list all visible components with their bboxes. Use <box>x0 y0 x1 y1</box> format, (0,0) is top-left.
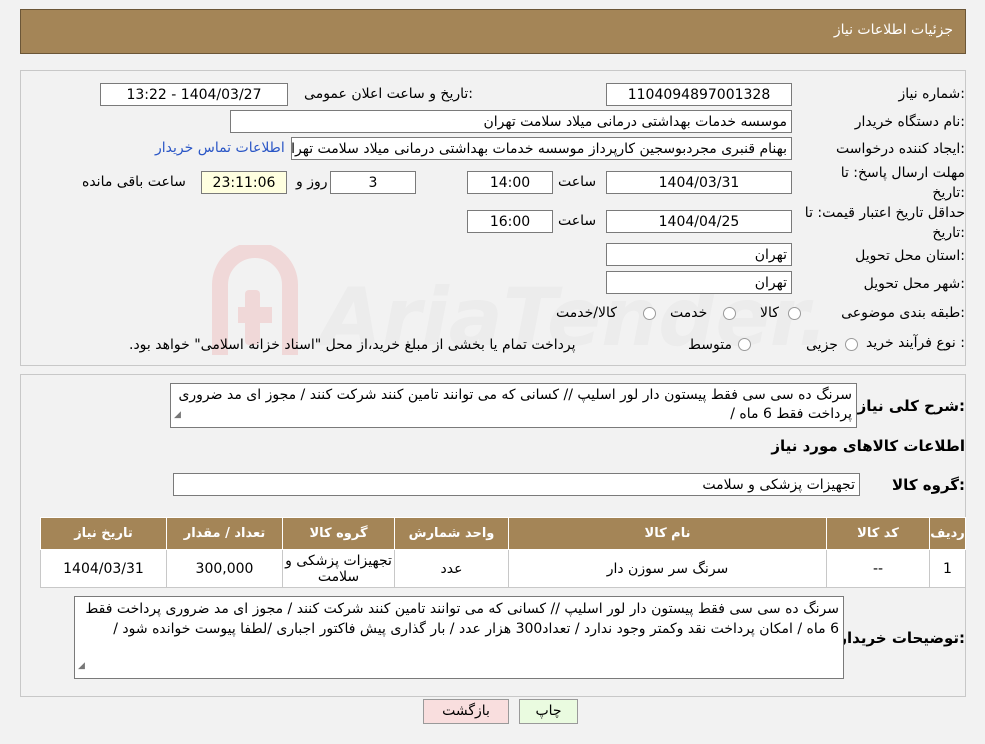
province-label: استان محل تحویل: <box>855 248 965 264</box>
category-goods-radio[interactable] <box>788 307 801 320</box>
category-service-label: خدمت <box>670 305 708 321</box>
process-medium-radio[interactable] <box>738 338 751 351</box>
cell-item-code: -- <box>826 549 930 588</box>
buyer-notes-textarea: سرنگ ده سی سی فقط پیستون دار لور اسلیپ /… <box>74 596 844 679</box>
cell-need-date: 1404/03/31 <box>40 549 167 588</box>
cell-row-number: 1 <box>929 549 966 588</box>
page-title: جزئیات اطلاعات نیاز <box>833 22 953 38</box>
col-item-name: نام کالا <box>508 517 827 550</box>
process-type-label: نوع فرآیند خرید : <box>866 335 965 351</box>
price-validity-date-field: 1404/04/25 <box>606 210 792 233</box>
resize-grip-icon[interactable]: ◢ <box>78 656 85 676</box>
category-goods-label: کالا <box>760 305 779 321</box>
table-row: 1 -- سرنگ سر سوزن دار عدد تجهیزات پزشکی … <box>40 549 966 588</box>
price-validity-time-label: ساعت <box>558 213 597 229</box>
deadline-label: مهلت ارسال پاسخ: تا <box>840 165 965 181</box>
process-medium-label: متوسط <box>688 337 732 353</box>
remaining-days-field: 3 <box>330 171 416 194</box>
category-goods-service-radio[interactable] <box>643 307 656 320</box>
deadline-time-field: 14:00 <box>467 171 553 194</box>
cell-quantity: 300,000 <box>166 549 283 588</box>
price-validity-label-date: تاریخ: <box>932 225 965 241</box>
category-service-radio[interactable] <box>723 307 736 320</box>
buyer-notes-label: توضیحات خریدار: <box>838 629 965 647</box>
goods-group-label: گروه کالا: <box>892 476 965 494</box>
process-note: پرداخت تمام یا بخشی از مبلغ خرید،از محل … <box>129 337 576 353</box>
col-unit: واحد شمارش <box>394 517 509 550</box>
price-validity-time-field: 16:00 <box>467 210 553 233</box>
summary-textarea: سرنگ ده سی سی فقط پیستون دار لور اسلیپ /… <box>170 383 857 428</box>
days-label: روز و <box>296 174 328 190</box>
cell-goods-group: تجهیزات پزشکی و سلامت <box>282 549 395 588</box>
announce-datetime-field: 1404/03/27 - 13:22 <box>100 83 288 106</box>
category-goods-service-label: کالا/خدمت <box>556 305 617 321</box>
creator-field: بهنام قنبری مجردبوسجین کارپرداز موسسه خد… <box>291 137 792 160</box>
page-header: جزئیات اطلاعات نیاز <box>20 9 966 54</box>
remaining-time-field: 23:11:06 <box>201 171 287 194</box>
summary-text: سرنگ ده سی سی فقط پیستون دار لور اسلیپ /… <box>178 387 852 422</box>
col-quantity: تعداد / مقدار <box>166 517 283 550</box>
deadline-date-field: 1404/03/31 <box>606 171 792 194</box>
buyer-contact-link[interactable]: اطلاعات تماس خریدار <box>155 140 285 156</box>
process-minor-radio[interactable] <box>845 338 858 351</box>
goods-group-field: تجهیزات پزشکی و سلامت <box>173 473 860 496</box>
province-field: تهران <box>606 243 792 266</box>
deadline-time-label: ساعت <box>558 174 597 190</box>
deadline-label-date: تاریخ: <box>932 185 965 201</box>
col-row-number: ردیف <box>929 517 966 550</box>
cell-item-name: سرنگ سر سوزن دار <box>508 549 827 588</box>
need-number-field: 1104094897001328 <box>606 83 792 106</box>
price-validity-label: حداقل تاریخ اعتبار قیمت: تا <box>804 205 965 221</box>
buyer-org-field: موسسه خدمات بهداشتی درمانی میلاد سلامت ت… <box>230 110 792 133</box>
remaining-label: ساعت باقی مانده <box>82 174 186 190</box>
need-number-label: شماره نیاز: <box>898 86 965 102</box>
items-table: ردیف کد کالا نام کالا واحد شمارش گروه کا… <box>40 517 966 588</box>
back-button[interactable]: بازگشت <box>423 699 509 724</box>
resize-grip-icon[interactable]: ◢ <box>174 406 181 425</box>
city-field: تهران <box>606 271 792 294</box>
buyer-org-label: نام دستگاه خریدار: <box>854 114 965 130</box>
category-label: طبقه بندی موضوعی: <box>841 305 965 321</box>
goods-info-title: اطلاعات کالاهای مورد نیاز <box>771 437 965 455</box>
summary-label: شرح کلی نیاز: <box>857 397 965 415</box>
col-need-date: تاریخ نیاز <box>40 517 167 550</box>
creator-label: ایجاد کننده درخواست: <box>836 141 965 157</box>
process-minor-label: جزیی <box>806 337 838 353</box>
table-header-row: ردیف کد کالا نام کالا واحد شمارش گروه کا… <box>40 517 966 550</box>
col-item-code: کد کالا <box>826 517 930 550</box>
cell-unit: عدد <box>394 549 509 588</box>
col-goods-group: گروه کالا <box>282 517 395 550</box>
announce-label: تاریخ و ساعت اعلان عمومی: <box>304 86 473 102</box>
buyer-notes-text: سرنگ ده سی سی فقط پیستون دار لور اسلیپ /… <box>85 601 839 637</box>
city-label: شهر محل تحویل: <box>863 276 965 292</box>
print-button[interactable]: چاپ <box>519 699 578 724</box>
